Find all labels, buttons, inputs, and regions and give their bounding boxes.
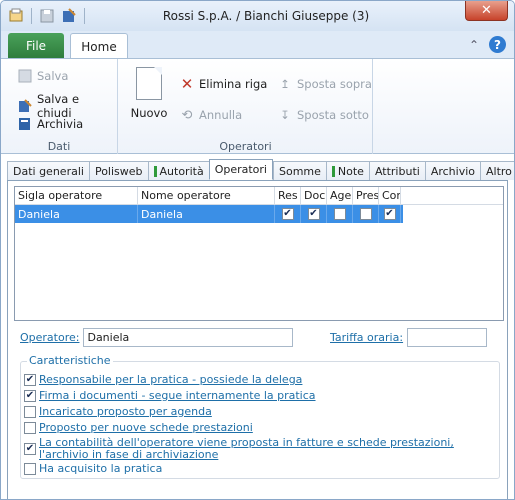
option-responsabile[interactable]: Responsabile per la pratica - possiede l… <box>24 373 302 386</box>
salva-button[interactable]: Salva <box>17 68 68 84</box>
sposta-sotto-button[interactable]: ↧ Sposta sotto <box>277 107 369 123</box>
delete-x-icon: ✕ <box>180 75 194 93</box>
operatore-input[interactable]: Daniela <box>83 328 294 347</box>
sposta-sopra-button[interactable]: ↥ Sposta sopra <box>277 76 372 92</box>
column-header-con[interactable]: Con <box>379 187 401 204</box>
column-header-age[interactable]: Age <box>327 187 353 204</box>
option-firma[interactable]: Firma i documenti - segue internamente l… <box>24 389 316 402</box>
option-proposto[interactable]: Proposto per nuove schede prestazioni <box>24 421 253 434</box>
elimina-riga-button[interactable]: ✕ Elimina riga <box>179 75 268 93</box>
column-header-doc[interactable]: Doc <box>301 187 327 204</box>
column-header-sigla[interactable]: Sigla operatore <box>15 187 138 204</box>
caratteristiche-group: Caratteristiche Responsabile per la prat… <box>20 354 500 479</box>
tariffa-input[interactable] <box>407 328 488 347</box>
close-button[interactable]: ✕ <box>465 1 508 21</box>
tab-operatori[interactable]: Operatori <box>208 159 273 180</box>
age-checkbox[interactable] <box>333 208 346 220</box>
contabilita-checkbox[interactable] <box>24 443 36 455</box>
annulla-button[interactable]: ⟲ Annulla <box>179 107 243 123</box>
tab-archivio[interactable]: Archivio <box>424 161 480 180</box>
title-bar: Rossi S.p.A. / Bianchi Giuseppe (3) ✕ <box>1 1 514 31</box>
group-operatori: Nuovo ✕ Elimina riga ⟲ Annulla ↥ Sposta … <box>119 59 373 155</box>
group-dati: Salva Salva e chiudi Archivia Dati <box>1 59 118 155</box>
warning-marker-icon <box>153 165 157 177</box>
acquisito-checkbox[interactable] <box>24 463 36 475</box>
option-acquisito[interactable]: Ha acquisito la pratica <box>24 462 162 475</box>
tab-attributi[interactable]: Attributi <box>368 161 425 180</box>
operatori-panel: Sigla operatore Nome operatore Res Doc A… <box>7 180 508 499</box>
tab-autorita[interactable]: Autorità <box>147 161 209 180</box>
con-checkbox[interactable] <box>383 208 396 220</box>
responsabile-checkbox[interactable] <box>24 374 36 386</box>
content-area: Dati generali Polisweb Autorità Operator… <box>1 154 514 499</box>
column-header-pres[interactable]: Pres <box>353 187 379 204</box>
tab-dati-generali[interactable]: Dati generali <box>7 161 89 180</box>
app-menu-icon[interactable] <box>7 7 25 25</box>
tab-somme[interactable]: Somme <box>272 161 326 180</box>
arrow-down-icon: ↧ <box>280 108 290 122</box>
save-icon <box>17 68 33 84</box>
collapse-ribbon-icon[interactable]: ⌃ <box>469 38 479 52</box>
tariffa-field-row: Tariffa oraria: <box>330 328 488 347</box>
archive-icon <box>17 116 33 132</box>
archivia-button[interactable]: Archivia <box>17 116 83 132</box>
column-header-res[interactable]: Res <box>275 187 301 204</box>
incaricato-checkbox[interactable] <box>24 406 36 418</box>
option-incaricato[interactable]: Incaricato proposto per agenda <box>24 405 212 418</box>
cell-nome: Daniela <box>138 205 275 223</box>
tab-polisweb[interactable]: Polisweb <box>88 161 148 180</box>
save-close-icon[interactable] <box>60 7 78 25</box>
cell-sigla: Daniela <box>15 205 138 223</box>
tariffa-label: Tariffa oraria: <box>330 331 404 344</box>
ribbon: Salva Salva e chiudi Archivia Dati Nuovo… <box>1 58 514 155</box>
column-header-nome[interactable]: Nome operatore <box>138 187 275 204</box>
new-page-icon <box>136 67 162 100</box>
save-close-icon <box>17 98 33 114</box>
ribbon-tab-strip: File Home ⌃ ? <box>1 31 514 59</box>
group-label-dati: Dati <box>47 140 71 153</box>
tab-file[interactable]: File <box>8 33 64 58</box>
proposto-checkbox[interactable] <box>24 422 36 434</box>
table-row[interactable]: Daniela Daniela <box>15 205 403 223</box>
grid-header: Sigla operatore Nome operatore Res Doc A… <box>15 187 503 205</box>
operatori-grid[interactable]: Sigla operatore Nome operatore Res Doc A… <box>14 186 504 321</box>
group-label-operatori: Operatori <box>219 140 272 153</box>
arrow-up-icon: ↥ <box>280 77 290 91</box>
undo-icon: ⟲ <box>181 107 193 123</box>
app-window: Rossi S.p.A. / Bianchi Giuseppe (3) ✕ Fi… <box>0 0 515 500</box>
window-title: Rossi S.p.A. / Bianchi Giuseppe (3) <box>162 9 370 23</box>
doc-checkbox[interactable] <box>307 208 320 220</box>
nuovo-button[interactable]: Nuovo <box>129 67 169 120</box>
warning-marker-icon <box>331 165 335 177</box>
pres-checkbox[interactable] <box>359 208 372 220</box>
tab-strip: Dati generali Polisweb Autorità Operator… <box>7 159 514 180</box>
caratteristiche-legend: Caratteristiche <box>27 354 113 367</box>
option-contabilita[interactable]: La contabilità dell'operatore viene prop… <box>24 437 494 461</box>
operatore-field-row: Operatore: Daniela <box>20 328 294 347</box>
tab-home[interactable]: Home <box>70 33 128 59</box>
quick-access-toolbar <box>7 7 87 25</box>
help-icon[interactable]: ? <box>489 36 506 53</box>
tab-altro[interactable]: Altro <box>480 161 514 180</box>
res-checkbox[interactable] <box>281 208 294 220</box>
tab-note[interactable]: Note <box>325 161 369 180</box>
operatore-label: Operatore: <box>20 331 80 344</box>
firma-checkbox[interactable] <box>24 390 36 402</box>
save-icon[interactable] <box>38 7 56 25</box>
